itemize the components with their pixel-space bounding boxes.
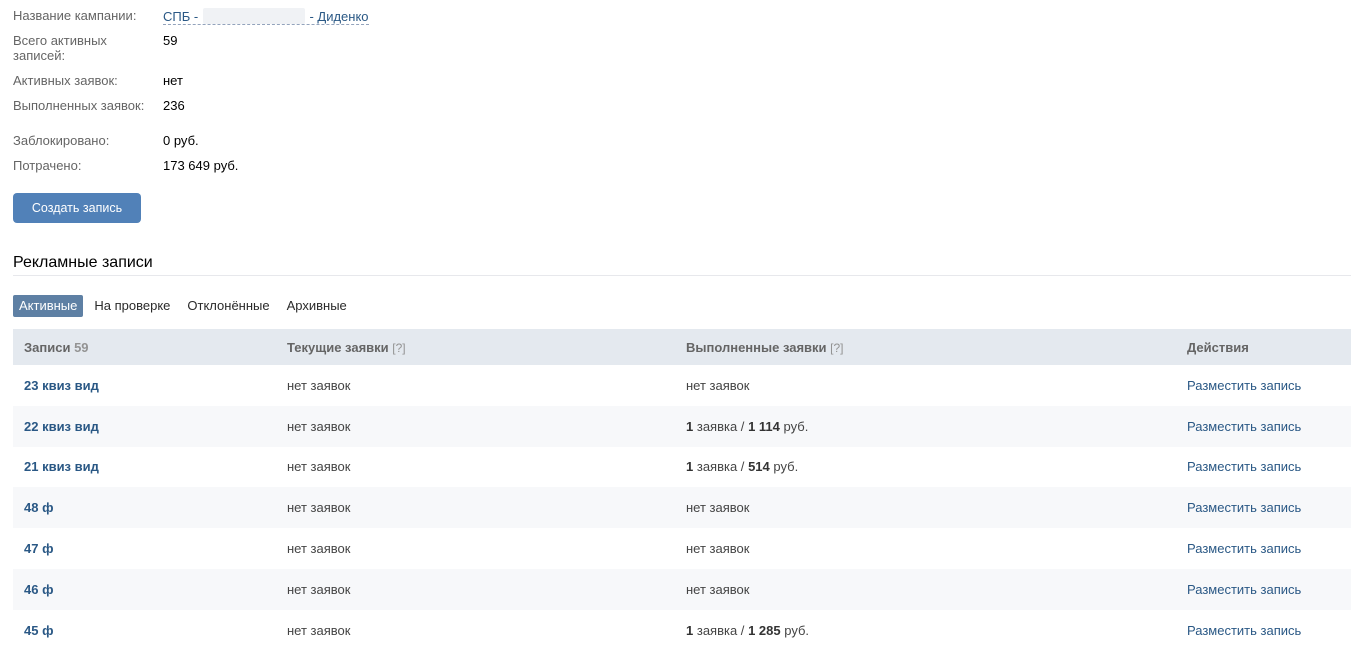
help-hint-current[interactable]: [?] <box>392 341 405 355</box>
post-name[interactable]: 23 квиз вид <box>24 378 99 393</box>
blocked-row: Заблокировано: 0 руб. <box>13 133 613 158</box>
posts-table: Записи 59 Текущие заявки [?] Выполненные… <box>13 329 1351 651</box>
table-header: Записи 59 Текущие заявки [?] Выполненные… <box>13 329 1351 365</box>
current-requests: нет заявок <box>287 418 351 434</box>
section-title: Рекламные записи <box>13 254 153 271</box>
done-requests-row: Выполненных заявок: 236 <box>13 98 613 133</box>
campaign-name-link[interactable]: СПБ - - Диденко <box>163 8 369 25</box>
header-posts-label: Записи <box>24 339 71 355</box>
tab-review[interactable]: На проверке <box>88 295 176 317</box>
place-post-link[interactable]: Разместить запись <box>1187 378 1301 393</box>
done-mid: заявка / <box>696 622 745 638</box>
active-requests-value: нет <box>163 73 183 88</box>
done-mid: заявка / <box>696 418 745 434</box>
header-posts: Записи 59 <box>24 340 89 355</box>
done-unit: руб. <box>784 622 810 638</box>
done-count: 1 <box>686 622 694 638</box>
section-divider <box>13 275 1351 276</box>
current-requests: нет заявок <box>287 500 351 516</box>
current-requests: нет заявок <box>287 459 351 475</box>
active-posts-label: Всего активных записей: <box>13 33 107 63</box>
table-row: 47 ф нет заявок нет заявок Разместить за… <box>13 528 1351 569</box>
header-done-label: Выполненные заявки <box>686 339 827 355</box>
spent-row: Потрачено: 173 649 руб. <box>13 158 613 183</box>
tab-active[interactable]: Активные <box>13 295 84 317</box>
table-row: 21 квиз вид нет заявок 1 заявка / 514 ру… <box>13 447 1351 488</box>
done-requests-value: 236 <box>163 98 185 113</box>
header-current: Текущие заявки [?] <box>287 340 406 355</box>
header-current-label: Текущие заявки <box>287 339 389 355</box>
active-posts-row: Всего активных записей: 59 <box>13 33 613 73</box>
campaign-name-label: Название кампании: <box>13 8 137 23</box>
blocked-label: Заблокировано: <box>13 133 110 148</box>
help-hint-done[interactable]: [?] <box>830 341 843 355</box>
done-requests-label: Выполненных заявок: <box>13 98 145 113</box>
tab-archive[interactable]: Архивные <box>281 295 353 317</box>
header-posts-count: 59 <box>74 339 89 355</box>
campaign-name-row: Название кампании: СПБ - - Диденко <box>13 8 613 33</box>
post-name[interactable]: 46 ф <box>24 582 53 597</box>
table-row: 48 ф нет заявок нет заявок Разместить за… <box>13 487 1351 529</box>
place-post-link[interactable]: Разместить запись <box>1187 419 1301 434</box>
header-done: Выполненные заявки [?] <box>686 340 844 355</box>
done-sum: 514 <box>748 459 770 475</box>
done-requests: 1 заявка / 514 руб. <box>686 459 798 474</box>
redacted-block <box>202 8 305 24</box>
current-requests: нет заявок <box>287 581 351 597</box>
place-post-link[interactable]: Разместить запись <box>1187 500 1301 515</box>
active-requests-row: Активных заявок: нет <box>13 73 613 98</box>
spent-label: Потрачено: <box>13 158 82 173</box>
post-name[interactable]: 45 ф <box>24 623 53 638</box>
post-name[interactable]: 47 ф <box>24 541 53 556</box>
post-name[interactable]: 21 квиз вид <box>24 459 99 474</box>
active-posts-value: 59 <box>163 33 178 48</box>
done-requests: нет заявок <box>686 581 750 597</box>
tabs: Активные На проверке Отклонённые Архивны… <box>13 295 358 317</box>
done-requests: нет заявок <box>686 500 750 516</box>
place-post-link[interactable]: Разместить запись <box>1187 541 1301 556</box>
post-name[interactable]: 22 квиз вид <box>24 419 99 434</box>
table-row: 22 квиз вид нет заявок 1 заявка / 1 114 … <box>13 405 1351 447</box>
table-row: 23 квиз вид нет заявок нет заявок Размес… <box>13 365 1351 406</box>
place-post-link[interactable]: Разместить запись <box>1187 623 1301 638</box>
blocked-value: 0 руб. <box>163 133 199 148</box>
tab-rejected[interactable]: Отклонённые <box>181 295 275 317</box>
campaign-name-suffix: - Диденко <box>309 9 369 24</box>
active-requests-label: Активных заявок: <box>13 73 118 88</box>
place-post-link[interactable]: Разместить запись <box>1187 459 1301 474</box>
done-requests: 1 заявка / 1 114 руб. <box>686 419 808 434</box>
done-sum: 1 114 <box>748 418 780 434</box>
done-unit: руб. <box>783 418 809 434</box>
done-mid: заявка / <box>696 459 745 475</box>
current-requests: нет заявок <box>287 377 351 393</box>
campaign-info: Название кампании: СПБ - - Диденко Всего… <box>13 8 613 183</box>
current-requests: нет заявок <box>287 622 351 638</box>
table-row: 46 ф нет заявок нет заявок Разместить за… <box>13 568 1351 610</box>
current-requests: нет заявок <box>287 541 351 557</box>
header-actions: Действия <box>1187 339 1249 355</box>
done-requests: нет заявок <box>686 377 750 393</box>
spent-value: 173 649 руб. <box>163 158 239 173</box>
table-row: 45 ф нет заявок 1 заявка / 1 285 руб. Ра… <box>13 610 1351 651</box>
create-post-button[interactable]: Создать запись <box>13 193 141 223</box>
post-name[interactable]: 48 ф <box>24 500 53 515</box>
place-post-link[interactable]: Разместить запись <box>1187 582 1301 597</box>
campaign-name-prefix: СПБ - <box>163 9 199 24</box>
done-count: 1 <box>686 459 694 475</box>
done-unit: руб. <box>773 459 799 475</box>
done-sum: 1 285 <box>748 622 781 638</box>
done-count: 1 <box>686 418 694 434</box>
done-requests: 1 заявка / 1 285 руб. <box>686 623 809 638</box>
done-requests: нет заявок <box>686 541 750 557</box>
